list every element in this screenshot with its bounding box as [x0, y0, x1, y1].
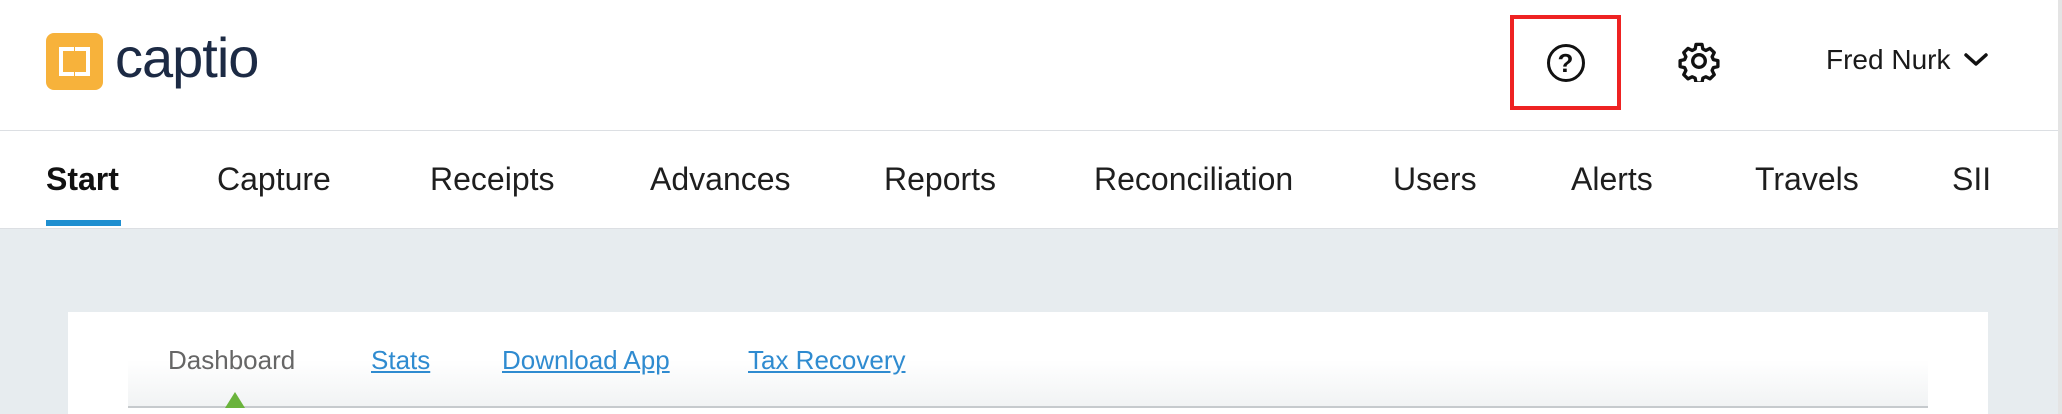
- nav-item-advances[interactable]: Advances: [650, 161, 791, 198]
- main-nav: Start Capture Receipts Advances Reports …: [0, 131, 2058, 229]
- subtab-stats[interactable]: Stats: [371, 345, 430, 376]
- nav-item-reconciliation[interactable]: Reconciliation: [1094, 161, 1293, 198]
- nav-item-receipts[interactable]: Receipts: [430, 161, 555, 198]
- active-tab-indicator: [46, 220, 121, 226]
- chevron-down-icon: [1964, 53, 1989, 66]
- help-button[interactable]: ?: [1510, 15, 1621, 110]
- subtab-tax-recovery[interactable]: Tax Recovery: [748, 345, 906, 376]
- nav-item-users[interactable]: Users: [1393, 161, 1477, 198]
- nav-item-sii[interactable]: SII: [1952, 161, 1991, 198]
- active-subtab-pointer: [225, 392, 245, 408]
- question-circle-icon: ?: [1546, 43, 1585, 82]
- top-header: captio ? Fred Nurk: [0, 0, 2058, 131]
- user-menu[interactable]: Fred Nurk: [1826, 44, 1989, 76]
- nav-item-alerts[interactable]: Alerts: [1571, 161, 1653, 198]
- logo-wordmark: captio: [115, 25, 259, 89]
- subtab-dashboard[interactable]: Dashboard: [168, 345, 295, 376]
- nav-item-reports[interactable]: Reports: [884, 161, 996, 198]
- gear-icon[interactable]: [1678, 40, 1720, 82]
- user-name: Fred Nurk: [1826, 44, 1951, 75]
- dashboard-card: Dashboard Stats Download App Tax Recover…: [68, 312, 1988, 414]
- window-scroll-edge: [2058, 0, 2062, 414]
- captio-logo[interactable]: captio: [46, 25, 259, 90]
- nav-item-start[interactable]: Start: [46, 161, 119, 198]
- subtab-download-app[interactable]: Download App: [502, 345, 670, 376]
- nav-item-travels[interactable]: Travels: [1755, 161, 1859, 198]
- nav-item-capture[interactable]: Capture: [217, 161, 331, 198]
- logo-mark-icon: [46, 33, 103, 90]
